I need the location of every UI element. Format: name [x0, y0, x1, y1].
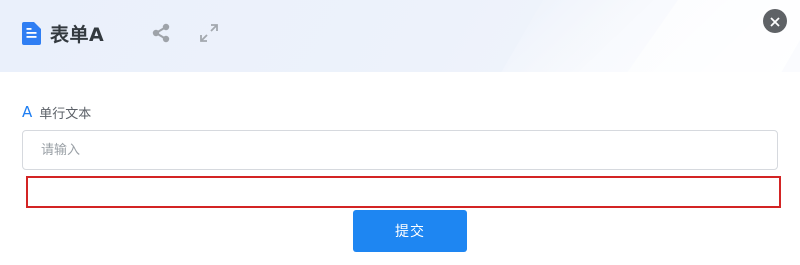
form-dialog: 表单A A 单行文本 提交 [0, 0, 800, 265]
field-label-row: A 单行文本 [22, 103, 92, 123]
close-icon [770, 12, 780, 31]
submit-button[interactable]: 提交 [353, 210, 467, 252]
title-group: 表单A [22, 20, 104, 47]
dialog-title: 表单A [50, 24, 105, 46]
field-label: 单行文本 [39, 107, 92, 122]
close-button[interactable] [763, 9, 787, 33]
file-icon [22, 22, 41, 45]
single-line-text-input[interactable] [22, 130, 778, 170]
text-type-icon: A [22, 103, 33, 121]
dialog-header [0, 0, 800, 72]
expand-icon[interactable] [198, 22, 220, 44]
share-icon[interactable] [150, 22, 172, 44]
highlight-region [26, 176, 781, 208]
